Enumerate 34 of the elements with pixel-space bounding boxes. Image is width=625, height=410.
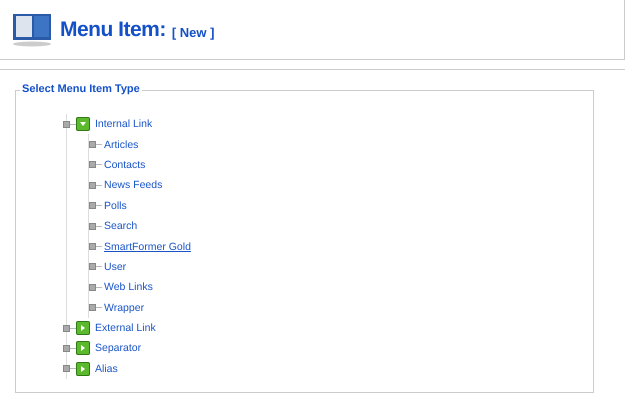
tree-node-icon[interactable] <box>89 263 96 270</box>
tree-item-link[interactable]: Internal Link <box>93 118 152 130</box>
tree-item-link[interactable]: Web Links <box>102 281 153 294</box>
tree-node-icon[interactable] <box>89 243 96 250</box>
tree-node-icon[interactable] <box>63 365 70 372</box>
tree-item-link[interactable]: Alias <box>93 362 118 375</box>
tree-item-link[interactable]: Contacts <box>102 158 146 171</box>
tree-node-icon[interactable] <box>89 202 96 210</box>
tree-item-link[interactable]: Separator <box>93 342 142 354</box>
page-subtitle: [ New ] <box>172 25 214 40</box>
collapse-toggle-icon[interactable] <box>76 117 90 132</box>
tree-item-link[interactable]: User <box>102 260 126 273</box>
tree-node-icon[interactable] <box>63 344 70 352</box>
tree-item-link[interactable]: News Feeds <box>102 179 162 192</box>
tree-node-icon[interactable] <box>63 324 70 332</box>
tree-node-icon[interactable] <box>89 161 96 168</box>
tree-item-link[interactable]: Wrapper <box>102 302 144 314</box>
tree-node-icon[interactable] <box>89 141 96 148</box>
tree-item-link[interactable]: External Link <box>93 322 156 334</box>
tree-node-icon[interactable] <box>89 222 96 230</box>
tree-node-icon[interactable] <box>89 284 96 291</box>
fieldset-legend: Select Menu Item Type <box>20 83 142 95</box>
expand-toggle-icon[interactable] <box>76 321 90 336</box>
tree-item-link[interactable]: SmartFormer Gold <box>102 240 191 253</box>
tree-node-icon[interactable] <box>89 304 96 312</box>
tree-item-link[interactable]: Articles <box>102 138 138 151</box>
tree-node-icon[interactable] <box>63 120 70 128</box>
expand-toggle-icon[interactable] <box>76 341 90 356</box>
page-title: Menu Item: <box>60 18 166 42</box>
tree-item-link[interactable]: Search <box>102 220 138 232</box>
expand-toggle-icon[interactable] <box>76 362 90 376</box>
tree-item-link[interactable]: Polls <box>102 200 127 212</box>
menu-screen-icon <box>12 12 52 46</box>
tree-node-icon[interactable] <box>89 182 96 189</box>
